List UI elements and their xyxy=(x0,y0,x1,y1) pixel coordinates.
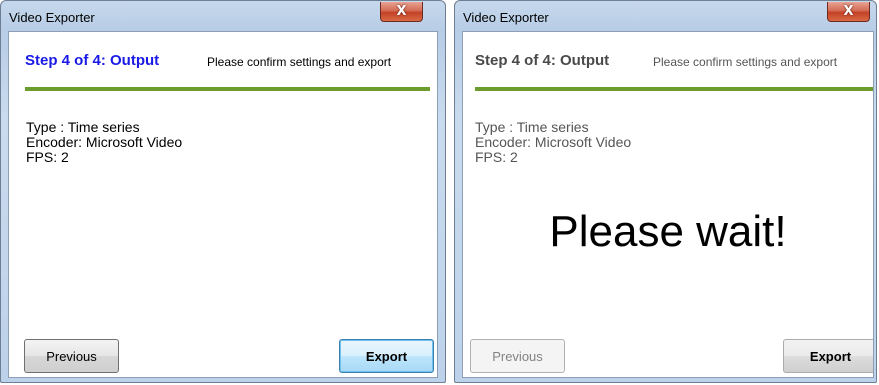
encoder-text: Encoder: Microsoft Video xyxy=(475,134,632,150)
step-title: Step 4 of 4: Output xyxy=(25,52,160,69)
window-title: Video Exporter xyxy=(9,10,95,25)
type-text: Type : Time series xyxy=(475,119,589,135)
previous-button-disabled: Previous xyxy=(470,339,565,373)
export-button-disabled: Export xyxy=(783,339,873,373)
close-icon: X xyxy=(843,4,854,19)
video-exporter-window-exporting: Video Exporter X Step 4 of 4: Output Ple… xyxy=(454,0,877,383)
title-bar[interactable]: Video Exporter X xyxy=(1,1,445,32)
previous-button[interactable]: Previous xyxy=(24,339,119,373)
encoder-text: Encoder: Microsoft Video xyxy=(26,134,183,150)
close-button[interactable]: X xyxy=(380,2,423,22)
please-wait-message: Please wait! xyxy=(549,207,787,256)
close-icon: X xyxy=(396,4,407,19)
window-title: Video Exporter xyxy=(463,10,549,25)
step-divider xyxy=(25,87,430,91)
wizard-content: Step 4 of 4: Output Please confirm setti… xyxy=(8,31,438,378)
fps-text: FPS: 2 xyxy=(475,149,518,165)
title-bar[interactable]: Video Exporter X xyxy=(455,1,876,32)
step-title: Step 4 of 4: Output xyxy=(475,52,610,69)
step-divider xyxy=(475,87,873,91)
export-settings-summary: Type : Time series Encoder: Microsoft Vi… xyxy=(26,120,182,165)
export-settings-summary: Type : Time series Encoder: Microsoft Vi… xyxy=(475,120,631,165)
step-subtitle: Please confirm settings and export xyxy=(653,55,838,69)
step-subtitle: Please confirm settings and export xyxy=(207,55,392,69)
fps-text: FPS: 2 xyxy=(26,149,69,165)
export-button[interactable]: Export xyxy=(339,339,434,373)
video-exporter-window: Video Exporter X Step 4 of 4: Output Ple… xyxy=(0,0,446,383)
type-text: Type : Time series xyxy=(26,119,140,135)
close-button[interactable]: X xyxy=(827,2,870,22)
wizard-content: Step 4 of 4: Output Please confirm setti… xyxy=(462,31,874,378)
